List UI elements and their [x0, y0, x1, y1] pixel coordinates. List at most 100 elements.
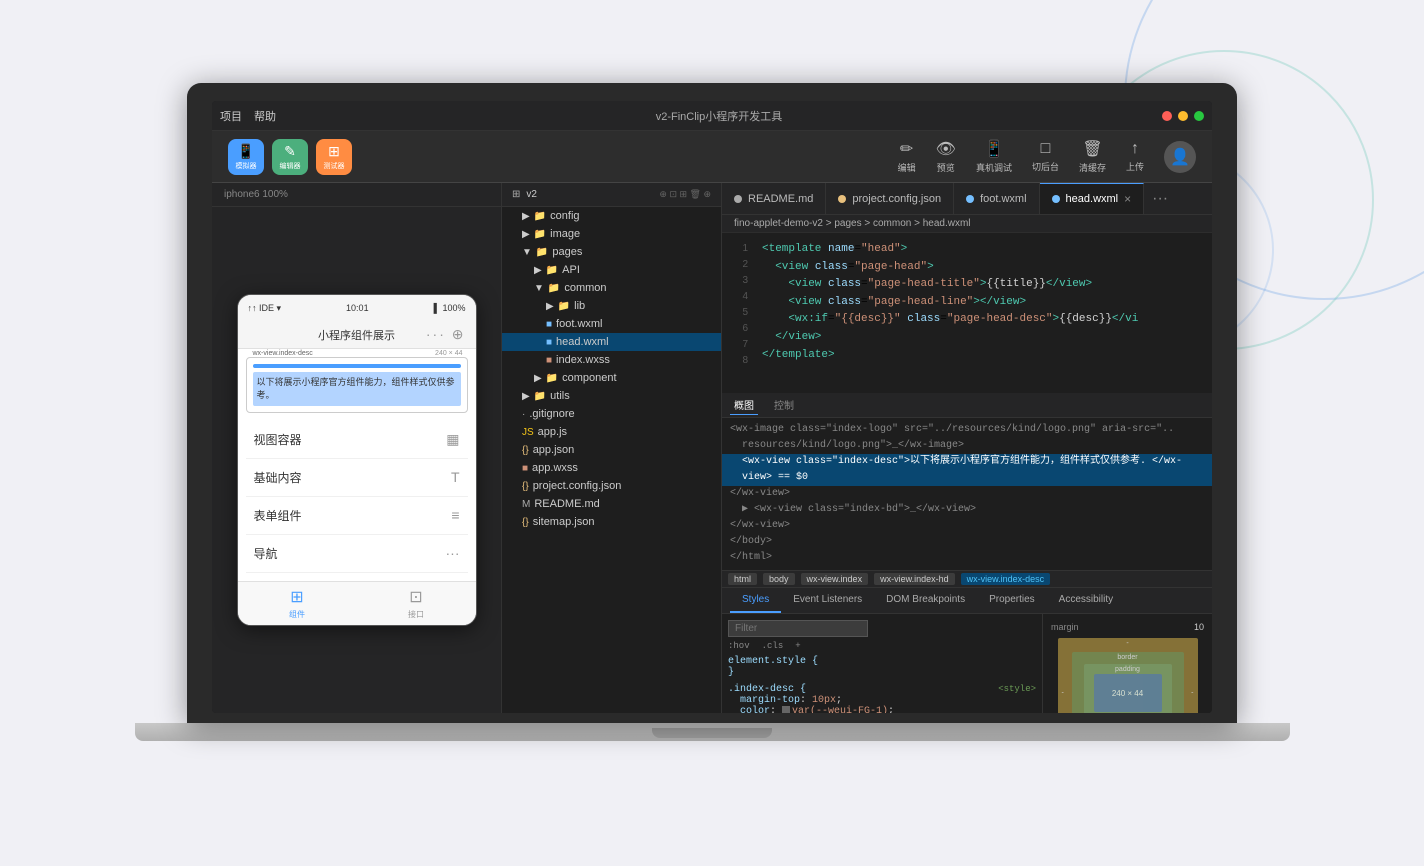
md-file-icon: M — [522, 499, 530, 510]
tree-item-app-wxss[interactable]: ■ app.wxss — [502, 459, 721, 477]
tree-item-label: .gitignore — [529, 408, 574, 420]
menu-item-icon-1: T — [451, 469, 460, 485]
phone-footer: ⊞ 组件 ⊡ 接口 — [238, 581, 476, 625]
tree-item-label: README.md — [534, 498, 599, 510]
interface-tab-icon: ⊡ — [409, 587, 422, 607]
tab-head-wxml[interactable]: head.wxml × — [1040, 183, 1145, 214]
code-line-6: </view> — [762, 329, 1204, 347]
tab-styles[interactable]: Styles — [730, 588, 781, 613]
filter-pseudo: :hov .cls + — [728, 641, 1036, 652]
action-preview[interactable]: 👁 预览 — [936, 139, 956, 174]
tab-more-button[interactable]: ··· — [1144, 190, 1176, 208]
action-background[interactable]: □ 切后台 — [1032, 140, 1059, 173]
tree-item-image[interactable]: ▶ 📁 image — [502, 225, 721, 243]
phone-title: 小程序组件展示 — [318, 327, 395, 343]
tree-item-gitignore[interactable]: · .gitignore — [502, 405, 721, 423]
bm-padding-label: padding — [1115, 666, 1140, 673]
action-edit[interactable]: ✏ 编辑 — [898, 139, 916, 174]
tree-item-utils[interactable]: ▶ 📁 utils — [502, 387, 721, 405]
tree-item-api[interactable]: ▶ 📁 API — [502, 261, 721, 279]
phone-tab-interface[interactable]: ⊡ 接口 — [408, 587, 424, 620]
code-line-4: <view class="page-head-line"></view> — [762, 294, 1204, 312]
mode-simulator[interactable]: 📱 模拟器 — [228, 139, 264, 175]
tab-project-config[interactable]: project.config.json — [826, 183, 954, 214]
dom-line-3: </wx-view> — [730, 486, 1204, 502]
action-debug[interactable]: 📱 真机调试 — [976, 139, 1012, 174]
close-button[interactable] — [1162, 111, 1172, 121]
toolbar: 📱 模拟器 ✎ 编辑器 ⊞ 测试器 ✏ — [212, 131, 1212, 183]
tree-item-sitemap[interactable]: {} sitemap.json — [502, 513, 721, 531]
tab-foot-wxml[interactable]: foot.wxml — [954, 183, 1039, 214]
menu-nav[interactable]: 导航 ··· — [246, 535, 468, 573]
wxss-file-icon: ■ — [546, 355, 552, 366]
titlebar-title: v2-FinClip小程序开发工具 — [276, 108, 1162, 124]
tree-item-project-config[interactable]: {} project.config.json — [502, 477, 721, 495]
tree-item-readme[interactable]: M README.md — [502, 495, 721, 513]
upload-icon: ↑ — [1131, 140, 1139, 158]
tree-item-label: image — [550, 228, 580, 240]
tree-item-lib[interactable]: ▶ 📁 lib — [502, 297, 721, 315]
tab-event-listeners[interactable]: Event Listeners — [781, 588, 874, 613]
tab-dom-breakpoints[interactable]: DOM Breakpoints — [874, 588, 977, 613]
menu-view-container[interactable]: 视图容器 ▦ — [246, 421, 468, 459]
action-upload[interactable]: ↑ 上传 — [1126, 140, 1144, 173]
tab-properties[interactable]: Properties — [977, 588, 1047, 613]
screen-inner: 项目 帮助 v2-FinClip小程序开发工具 📱 模拟器 — [212, 101, 1212, 713]
devtools-content: :hov .cls + element.style { } — [722, 614, 1212, 713]
folder-icon: 📁 — [534, 211, 546, 222]
titlebar-menu: 项目 帮助 — [220, 108, 276, 124]
tree-item-pages[interactable]: ▼ 📁 pages — [502, 243, 721, 261]
tab-dot-foot — [966, 195, 974, 203]
tree-item-head-wxml[interactable]: ■ head.wxml — [502, 333, 721, 351]
tree-item-foot-wxml[interactable]: ■ foot.wxml — [502, 315, 721, 333]
tree-item-label: app.json — [533, 444, 575, 456]
mini-tab-overview[interactable]: 概图 — [730, 395, 758, 415]
action-cache[interactable]: 🗑 清缓存 — [1079, 139, 1106, 174]
tree-item-config[interactable]: ▶ 📁 config — [502, 207, 721, 225]
toolbar-actions: ✏ 编辑 👁 预览 📱 真机调试 □ 切后台 — [898, 139, 1196, 174]
mini-tab-control[interactable]: 控制 — [770, 395, 798, 415]
chip-body[interactable]: body — [763, 573, 795, 585]
menu-project[interactable]: 项目 — [220, 108, 242, 124]
menu-help[interactable]: 帮助 — [254, 108, 276, 124]
tree-item-index-wxss[interactable]: ■ index.wxss — [502, 351, 721, 369]
mode-tester[interactable]: ⊞ 测试器 — [316, 139, 352, 175]
chip-html[interactable]: html — [728, 573, 757, 585]
phone-title-menu[interactable]: ··· ⊕ — [426, 326, 466, 343]
code-line-5: <wx:if="{{desc}}" class="page-head-desc"… — [762, 311, 1204, 329]
clock: 10:01 — [346, 303, 369, 313]
menu-basic-content[interactable]: 基础内容 T — [246, 459, 468, 497]
tree-item-app-js[interactable]: JS app.js — [502, 423, 721, 441]
styles-filter-input[interactable] — [728, 620, 868, 637]
minimize-button[interactable] — [1178, 111, 1188, 121]
component-tab-icon: ⊞ — [290, 587, 303, 607]
code-editor[interactable]: 1 2 3 4 5 6 7 8 <template name="head"> <… — [722, 233, 1212, 393]
tab-readme[interactable]: README.md — [722, 183, 826, 214]
phone-desc-size: 240 × 44 — [435, 350, 462, 357]
chevron-right-icon: ▶ — [546, 301, 554, 312]
menu-item-icon-0: ▦ — [446, 431, 459, 448]
chip-wx-view-index[interactable]: wx-view.index — [801, 573, 869, 585]
chevron-down-icon: ▼ — [522, 247, 532, 258]
user-avatar[interactable]: 👤 — [1164, 141, 1196, 173]
chip-wx-view-desc[interactable]: wx-view.index-desc — [961, 573, 1051, 585]
maximize-button[interactable] — [1194, 111, 1204, 121]
tree-item-common[interactable]: ▼ 📁 common — [502, 279, 721, 297]
phone-tab-component[interactable]: ⊞ 组件 — [289, 587, 305, 620]
chevron-right-icon: ▶ — [522, 211, 530, 222]
edit-label: 编辑 — [898, 161, 916, 174]
menu-form[interactable]: 表单组件 ≡ — [246, 497, 468, 535]
bm-margin-top-label: - — [1126, 640, 1128, 647]
tab-label-foot: foot.wxml — [980, 193, 1026, 205]
xml-file-icon: ■ — [546, 319, 552, 330]
code-line-8 — [762, 364, 1204, 382]
mode-editor[interactable]: ✎ 编辑器 — [272, 139, 308, 175]
chip-wx-view-hd[interactable]: wx-view.index-hd — [874, 573, 955, 585]
code-content[interactable]: <template name="head"> <view class="page… — [754, 233, 1212, 393]
tree-item-label: component — [562, 372, 616, 384]
tree-item-app-json[interactable]: {} app.json — [502, 441, 721, 459]
tree-item-label: app.wxss — [532, 462, 578, 474]
tree-item-component[interactable]: ▶ 📁 component — [502, 369, 721, 387]
tab-accessibility[interactable]: Accessibility — [1047, 588, 1125, 613]
tab-close-head[interactable]: × — [1124, 192, 1131, 206]
